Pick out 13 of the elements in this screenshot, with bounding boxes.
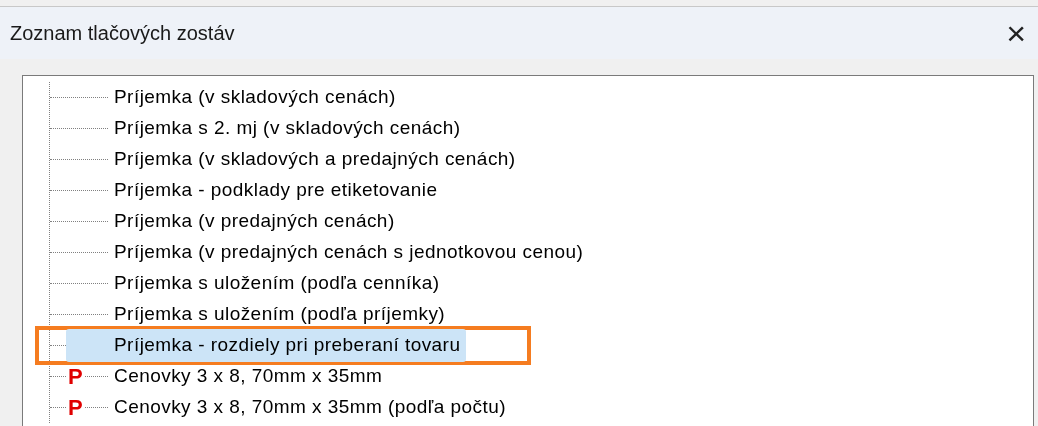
tree-item[interactable]: Príjemka s 2. mj (v skladových cenách) <box>106 112 467 145</box>
tree-item[interactable]: Cenovky 3 x 8, 70mm x 35mm <box>106 360 389 393</box>
tree-item[interactable]: Príjemka s uložením (podľa cenníka) <box>106 267 446 300</box>
tree-item[interactable]: Príjemka - podklady pre etiketovanie <box>106 174 444 207</box>
tree-item[interactable]: Príjemka (v skladových cenách) <box>106 81 402 114</box>
tree-item[interactable]: Príjemka s uložením (podľa príjemky) <box>106 298 452 331</box>
tree-item[interactable]: Príjemka (v predajných cenách s jednotkovou cenou) <box>106 236 590 269</box>
tree-item[interactable]: Cenovky 3 x 8, 70mm x 35mm (podľa počtu) <box>106 391 513 424</box>
tree-item[interactable]: Príjemka (v predajných cenách) <box>106 205 401 238</box>
tree-item[interactable]: Príjemka - rozdiely pri preberaní tovaru <box>66 329 467 362</box>
tree-item[interactable]: Príjemka (v skladových a predajných cenách) <box>106 143 522 176</box>
window-title: Zoznam tlačových zostáv <box>10 21 235 46</box>
close-button[interactable]: × <box>1002 16 1030 50</box>
